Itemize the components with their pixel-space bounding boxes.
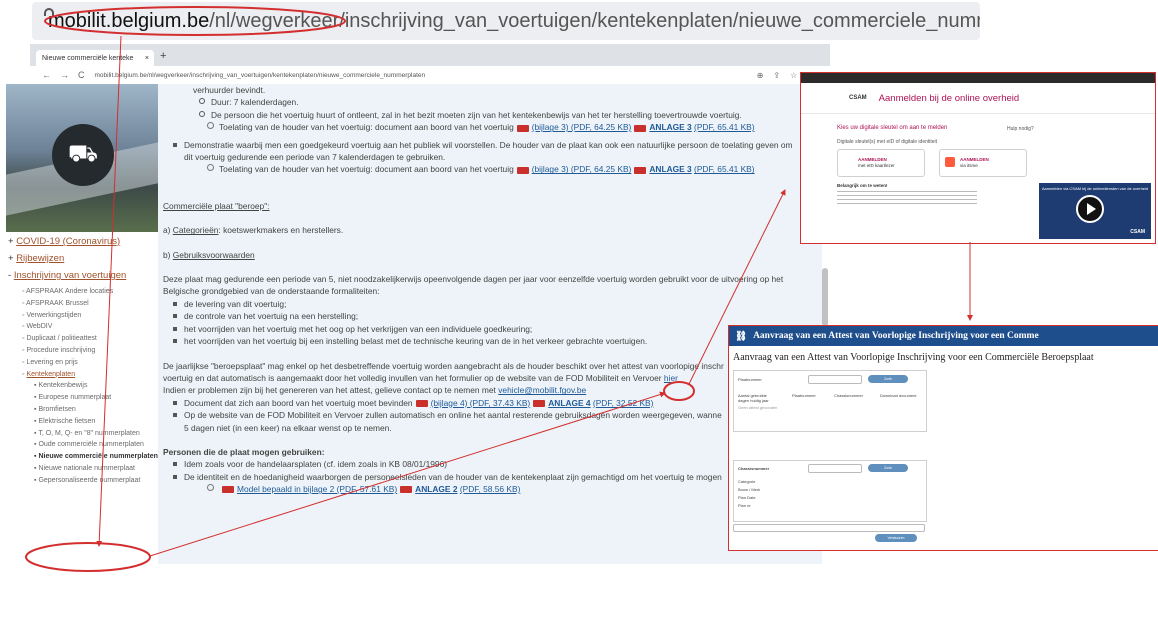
arrow-url-to-sidebar [96, 35, 122, 547]
highlight-url-host [44, 6, 346, 36]
arrow-hier-to-csam [688, 189, 786, 385]
highlight-sidebar-item [25, 542, 151, 572]
arrow-sidebar-to-hier [149, 391, 666, 557]
highlight-hier-link [663, 381, 695, 401]
annotation-overlay [25, 6, 973, 572]
